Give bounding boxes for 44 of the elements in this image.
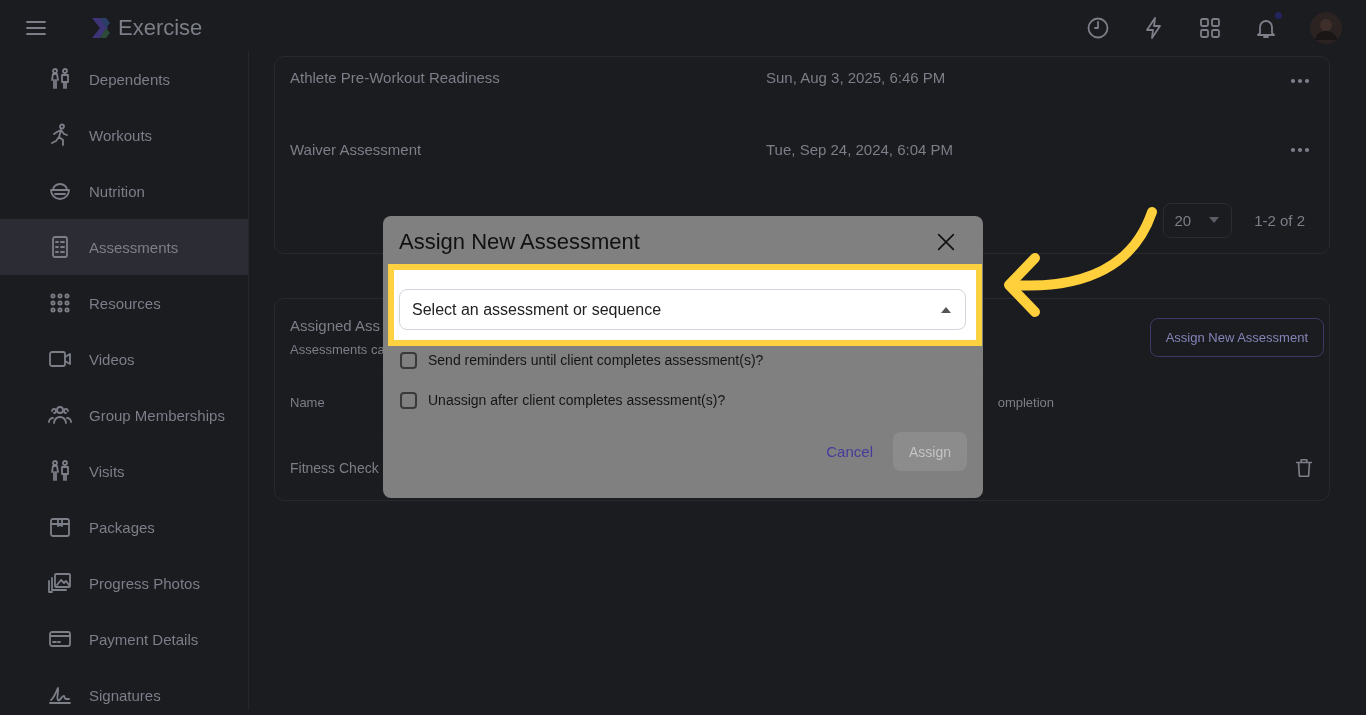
people-icon	[48, 459, 72, 483]
sidebar-item[interactable]: Resources	[0, 275, 248, 331]
app-title: Exercise	[118, 14, 203, 41]
caret-icon	[941, 306, 951, 313]
page-size-select[interactable]: 20	[1163, 202, 1233, 238]
sidebar-item[interactable]: Signatures	[0, 667, 248, 710]
logo-icon	[90, 15, 112, 40]
page-range: 1-2 of 2	[1254, 211, 1305, 229]
sidebar-item[interactable]: Videos	[0, 331, 248, 387]
sidebar-item[interactable]: Payment Details	[0, 611, 248, 667]
grid-dots-icon	[48, 291, 72, 315]
sidebar-item[interactable]: Workouts	[0, 107, 248, 163]
sidebar-item[interactable]: Assessments	[0, 219, 248, 275]
people-icon	[48, 67, 72, 91]
table-cell: Fitness Check	[290, 459, 379, 476]
assessment-name[interactable]: Waiver Assessment	[290, 141, 766, 158]
section-title: Assigned Ass	[290, 317, 382, 334]
sidebar-item[interactable]: Nutrition	[0, 163, 248, 219]
clock-icon	[1086, 15, 1110, 40]
sidebar-item[interactable]: Dependents	[0, 51, 248, 107]
date-text: Tue, Sep 24, 2024, 6:04 PM	[766, 141, 955, 158]
assessment-name[interactable]: Athlete Pre-Workout Readiness	[290, 69, 766, 86]
apps-grid-icon	[1198, 15, 1222, 40]
photos-icon	[48, 571, 72, 595]
checkbox[interactable]	[400, 391, 417, 409]
trash-icon[interactable]	[1293, 456, 1315, 479]
close-icon[interactable]	[935, 231, 957, 253]
sidebar-item[interactable]: Visits	[0, 443, 248, 499]
sidebar-item[interactable]: Group Memberships	[0, 387, 248, 443]
checkbox[interactable]	[400, 351, 417, 369]
dialog-title: Assign New Assessment	[399, 229, 640, 255]
package-icon	[48, 515, 72, 539]
group-icon	[48, 403, 72, 427]
caret-icon	[1209, 217, 1220, 223]
column-header: ompletion	[997, 394, 1055, 410]
assessment-select[interactable]: Select an assessment or sequence	[399, 289, 966, 330]
sidebar-item[interactable]: Progress Photos	[0, 555, 248, 611]
cancel-button[interactable]: Cancel	[822, 435, 877, 468]
date-text: Sun, Aug 3, 2025, 6:46 PM	[766, 69, 947, 86]
sidebar-item[interactable]: Packages	[0, 499, 248, 555]
column-header: Name	[290, 394, 325, 410]
checkbox-label: Unassign after client completes assessment(s)?	[428, 392, 726, 408]
assign-new-assessment-button[interactable]: Assign New Assessment	[1149, 317, 1324, 357]
checkbox-label: Send reminders until client completes assessment(s)?	[428, 352, 764, 368]
